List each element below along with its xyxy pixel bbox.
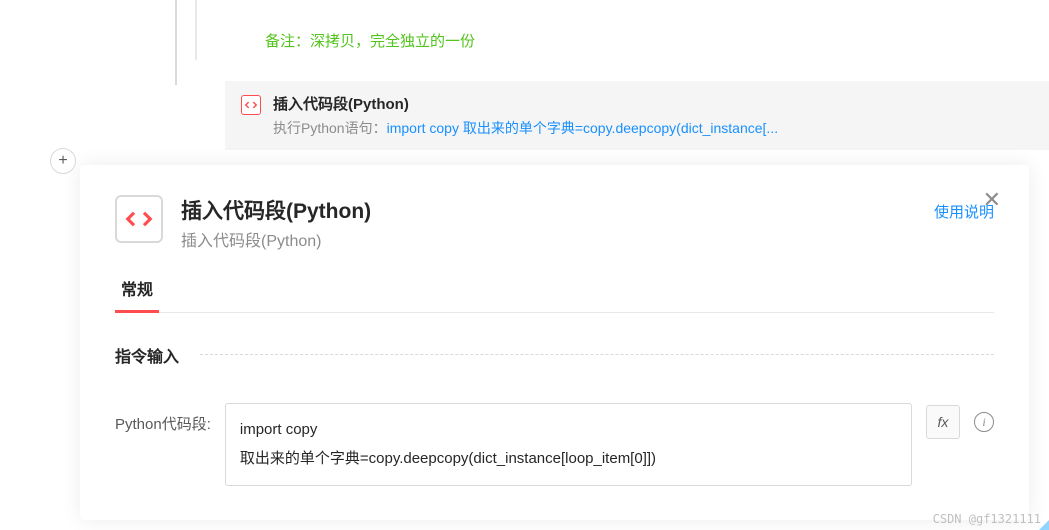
- workflow-area: 备注：深拷贝，完全独立的一份 插入代码段(Python) 执行Python语句：…: [0, 0, 1049, 150]
- resize-corner-icon: [1039, 520, 1049, 530]
- timeline-line: [175, 0, 177, 85]
- tabs: 常规: [115, 276, 994, 313]
- step-code-preview: import copy 取出来的单个字典=copy.deepcopy(dict_…: [387, 120, 779, 136]
- modal-subtitle: 插入代码段(Python): [181, 227, 916, 251]
- modal-header: 插入代码段(Python) 插入代码段(Python) 使用说明: [115, 195, 994, 251]
- tab-general[interactable]: 常规: [115, 276, 159, 313]
- form-row: Python代码段: import copy 取出来的单个字典=copy.dee…: [115, 403, 994, 486]
- remark-text: 备注：深拷贝，完全独立的一份: [265, 30, 1049, 51]
- step-block[interactable]: 插入代码段(Python) 执行Python语句：import copy 取出来…: [225, 81, 1049, 150]
- timeline-line-inner: [195, 0, 197, 60]
- form-label: Python代码段:: [115, 403, 211, 434]
- add-step-button[interactable]: +: [50, 148, 76, 174]
- close-icon[interactable]: ✕: [983, 187, 1001, 213]
- section-label: 指令输入: [115, 343, 191, 367]
- code-line: 取出来的单个字典=copy.deepcopy(dict_instance[loo…: [240, 445, 897, 474]
- python-code-input[interactable]: import copy 取出来的单个字典=copy.deepcopy(dict_…: [225, 403, 912, 486]
- code-icon: [241, 95, 261, 115]
- fx-button[interactable]: fx: [926, 405, 960, 439]
- step-description: 执行Python语句：import copy 取出来的单个字典=copy.dee…: [273, 118, 1033, 138]
- step-title: 插入代码段(Python): [273, 93, 1033, 114]
- modal-title-group: 插入代码段(Python) 插入代码段(Python): [181, 195, 916, 251]
- config-modal: ✕ 插入代码段(Python) 插入代码段(Python) 使用说明 常规 指令…: [80, 165, 1029, 520]
- section-divider: 指令输入: [115, 343, 994, 385]
- code-line: import copy: [240, 416, 897, 445]
- code-icon: [115, 195, 163, 243]
- watermark: CSDN @gf1321111: [933, 512, 1041, 526]
- step-content: 插入代码段(Python) 执行Python语句：import copy 取出来…: [273, 93, 1033, 138]
- info-icon[interactable]: i: [974, 412, 994, 432]
- modal-title: 插入代码段(Python): [181, 195, 916, 225]
